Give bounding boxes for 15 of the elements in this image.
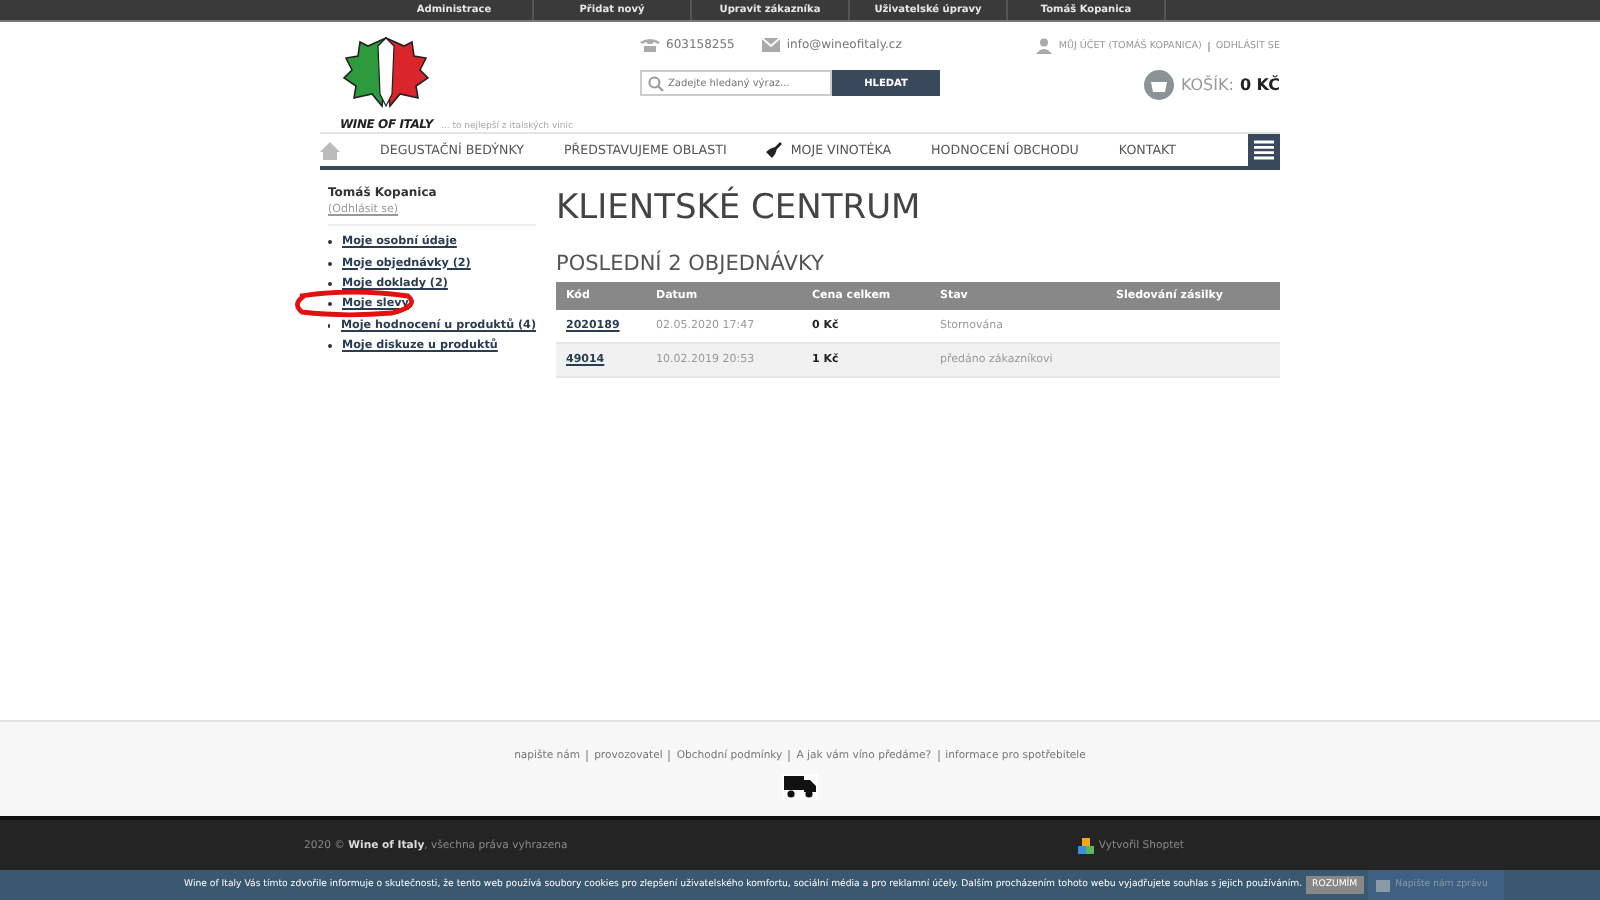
envelope-icon	[762, 38, 781, 52]
scribble-annotation	[292, 290, 420, 318]
user-icon	[1036, 38, 1053, 54]
page-title: KLIENTSKÉ CENTRUM	[556, 188, 923, 228]
truck-icon	[782, 774, 818, 800]
home-icon[interactable]	[320, 141, 340, 159]
leaf-logo-icon	[340, 34, 432, 110]
basket-icon[interactable]	[1144, 70, 1175, 100]
menu-icon[interactable]	[1248, 134, 1280, 166]
cubes-icon	[1078, 837, 1095, 853]
section-title: POSLEDNÍ 2 OBJEDNÁVKY	[556, 252, 826, 276]
search-icon	[648, 76, 664, 92]
cart-total[interactable]: 0 KČ	[1239, 76, 1280, 94]
bottle-icon	[766, 142, 783, 158]
phone-icon	[640, 38, 660, 52]
